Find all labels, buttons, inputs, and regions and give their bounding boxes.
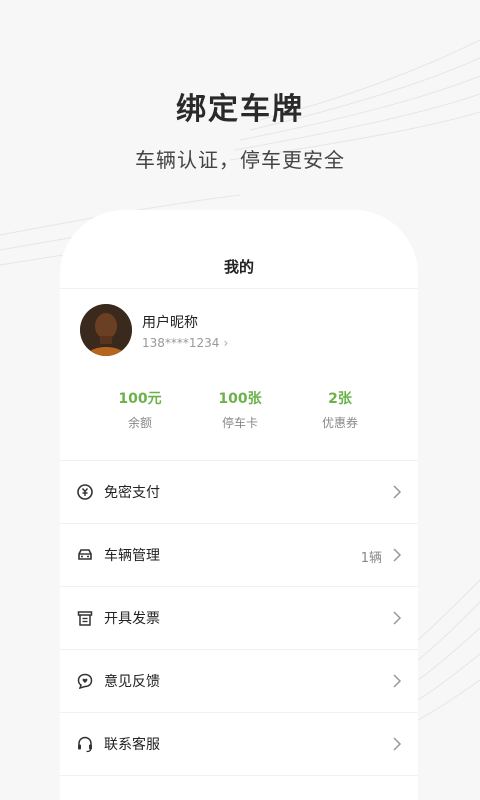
stat-value: 2张 xyxy=(328,391,352,407)
stat-value: 100元 xyxy=(118,391,162,407)
chevron-right-icon xyxy=(393,674,402,688)
menu-item-customer-service[interactable]: 联系客服 xyxy=(60,712,418,775)
menu-list: 免密支付 车辆管理 1辆 开具发票 意见反馈 联系客服 xyxy=(60,460,418,800)
chevron-right-icon: › xyxy=(223,336,229,350)
user-phone[interactable]: 138****1234 › xyxy=(142,336,228,350)
menu-item-vehicle-management[interactable]: 车辆管理 1辆 xyxy=(60,523,418,586)
menu-item-label: 车辆管理 xyxy=(104,548,160,564)
stat-value: 100张 xyxy=(218,391,262,407)
pay-icon xyxy=(77,484,93,500)
menu-item-label: 联系客服 xyxy=(104,737,160,753)
page-title: 我的 xyxy=(223,258,254,276)
user-nickname[interactable]: 用户昵称 xyxy=(142,312,198,332)
menu-item-feedback[interactable]: 意见反馈 xyxy=(60,649,418,712)
car-icon xyxy=(78,549,92,560)
avatar[interactable] xyxy=(80,304,132,356)
menu-item-label: 意见反馈 xyxy=(104,674,160,690)
chevron-right-icon xyxy=(393,737,402,751)
invoice-icon xyxy=(77,611,93,626)
chevron-right-icon xyxy=(393,611,402,625)
title-divider xyxy=(60,288,418,289)
headset-icon xyxy=(78,736,92,753)
avatar-image xyxy=(80,304,132,356)
vehicle-count: 1辆 xyxy=(360,551,382,566)
menu-item-label: 免密支付 xyxy=(104,485,160,501)
stat-label: 停车卡 xyxy=(221,416,258,430)
phone-mockup: 我的 用户昵称 138****1234 › 100元 余额 100张 停车卡 2张… xyxy=(60,210,418,800)
chevron-right-icon xyxy=(393,485,402,499)
stat-label: 余额 xyxy=(127,416,152,430)
stat-label: 优惠券 xyxy=(321,416,358,430)
stat-balance[interactable]: 100元 余额 xyxy=(90,388,190,431)
stats-row: 100元 余额 100张 停车卡 2张 优惠券 xyxy=(60,388,418,432)
menu-item-partial xyxy=(60,775,418,800)
chevron-right-icon xyxy=(393,548,402,562)
menu-item-label: 开具发票 xyxy=(104,611,160,627)
promo-subline: 车辆认证，停车更安全 xyxy=(135,148,345,172)
feedback-icon xyxy=(77,673,93,690)
promo-headline: 绑定车牌 xyxy=(176,92,304,127)
stat-coupons[interactable]: 2张 优惠券 xyxy=(290,388,390,431)
user-phone-text: 138****1234 xyxy=(142,336,220,350)
menu-item-password-free-pay[interactable]: 免密支付 xyxy=(60,460,418,523)
stat-parking-cards[interactable]: 100张 停车卡 xyxy=(190,388,290,431)
menu-item-invoice[interactable]: 开具发票 xyxy=(60,586,418,649)
